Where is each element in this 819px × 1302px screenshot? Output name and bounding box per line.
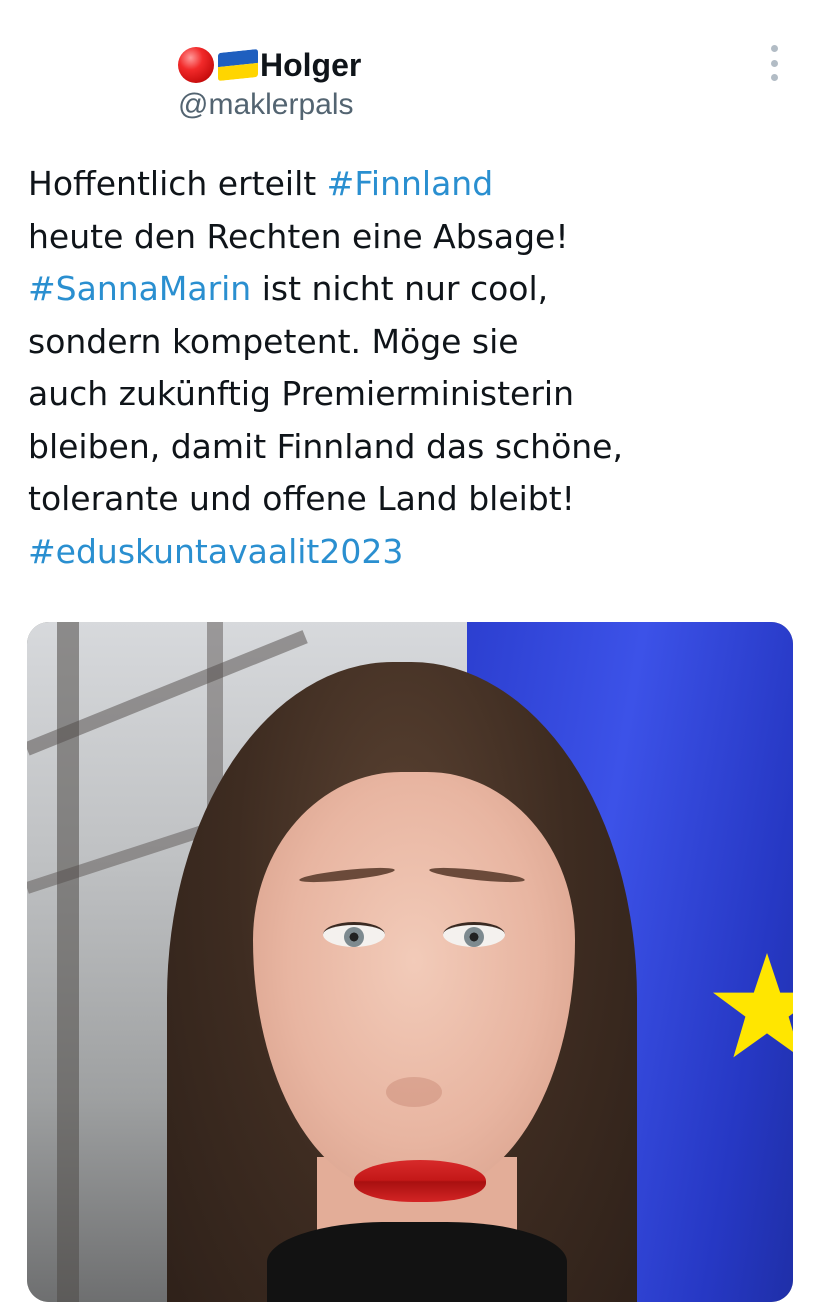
eu-star-icon	[713, 953, 793, 1058]
tweet-text-segment: Hoffentlich erteilt	[28, 164, 327, 203]
avatar[interactable]	[27, 25, 150, 148]
tweet-text-line: heute den Rechten eine Absage!	[28, 211, 798, 264]
avatar-flag-blue	[27, 25, 150, 87]
tweet-text-line: tolerante und offene Land bleibt!	[28, 473, 798, 526]
tweet-text-segment: sondern kompetent. Möge sie	[28, 321, 519, 361]
tweet-text-segment: bleiben, damit Finnland das schöne,	[28, 426, 623, 466]
tweet-text-line: #eduskuntavaalit2023	[28, 526, 798, 579]
hashtag-link[interactable]: #eduskuntavaalit2023	[28, 532, 403, 571]
display-name[interactable]: Holger	[260, 47, 361, 84]
lips	[354, 1160, 486, 1202]
tweet-text-segment: heute den Rechten eine Absage!	[28, 216, 569, 256]
name-row[interactable]: Holger	[178, 44, 361, 86]
tweet-text-segment: auch zukünftig Premierministerin	[28, 374, 574, 413]
tweet-text-segment: tolerante und offene Land bleibt!	[28, 479, 575, 518]
tweet-header: Holger @maklerpals	[178, 44, 361, 122]
avatar-flag-yellow	[27, 87, 150, 149]
hashtag-link[interactable]: #Finnland	[327, 164, 493, 203]
tweet-text-line: sondern kompetent. Möge sie	[28, 316, 798, 369]
tweet-text-segment: ist nicht nur cool,	[251, 269, 549, 308]
tweet-text-line: Hoffentlich erteilt #Finnland	[28, 158, 798, 211]
black-turtleneck	[267, 1222, 567, 1302]
tweet-photo[interactable]	[27, 622, 793, 1302]
ukraine-flag-emoji-icon	[218, 48, 258, 82]
tweet-text-line: auch zukünftig Premierministerin	[28, 368, 798, 421]
hashtag-link[interactable]: #SannaMarin	[28, 269, 251, 308]
more-options-icon[interactable]	[764, 45, 784, 81]
tweet-text: Hoffentlich erteilt #Finnland heute den R…	[28, 158, 798, 578]
tweet-text-line: #SannaMarin ist nicht nur cool,	[28, 263, 798, 316]
user-handle[interactable]: @maklerpals	[178, 88, 361, 122]
tweet-text-line: bleiben, damit Finnland das schöne,	[28, 421, 798, 474]
red-circle-emoji-icon	[178, 47, 214, 83]
